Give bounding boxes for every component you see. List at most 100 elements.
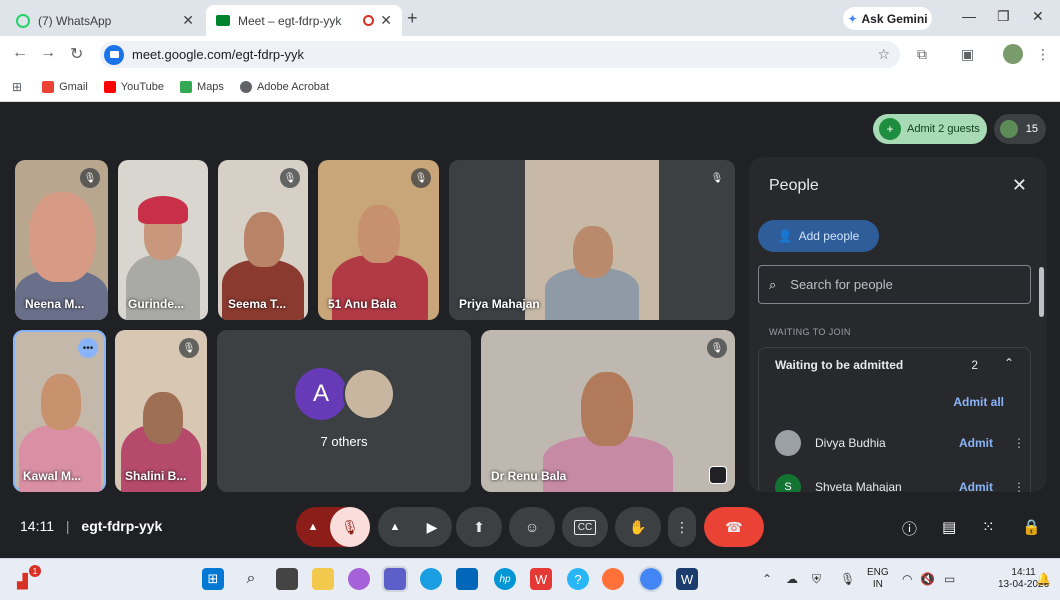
notifications-bell-icon[interactable]: 🔔 [1036, 572, 1051, 586]
task-view-icon[interactable] [276, 568, 298, 590]
participant-name: Dr Renu Bala [491, 469, 567, 483]
maximize-icon[interactable]: ❐ [997, 8, 1010, 25]
waiting-header: Waiting to be admitted [775, 358, 904, 372]
meet-stage: + Admit 2 guests 15 🎙 Neena M... Gurinde… [0, 102, 1060, 558]
cast-icon[interactable]: ▣ [961, 46, 974, 63]
tab-meet[interactable]: Meet – egt-fdrp-yyk ✕ [206, 5, 402, 36]
notification-app[interactable]: ▟ 1 [15, 565, 41, 591]
info-icon[interactable]: ⓘ [902, 518, 917, 539]
cloud-icon[interactable]: ☁ [786, 572, 798, 586]
windows-start-icon[interactable]: ⊞ [202, 568, 224, 590]
video-tile[interactable]: 🎙 Neena M... [15, 160, 108, 320]
close-window-icon[interactable]: ✕ [1032, 8, 1044, 25]
camera-icon[interactable]: ▶ [412, 519, 452, 536]
add-people-button[interactable]: 👤 Add people [758, 220, 879, 252]
admit-guests-label: Admit 2 guests [907, 123, 980, 135]
scrollbar[interactable] [1039, 267, 1044, 317]
bookmark-gmail[interactable]: Gmail [42, 80, 88, 93]
chevron-up-icon[interactable]: ▲ [378, 521, 412, 533]
more-options-button[interactable]: ⋮ [668, 507, 696, 547]
reactions-button[interactable]: ☺ [509, 507, 555, 547]
host-controls-icon[interactable]: 🔒 [1022, 518, 1041, 536]
raise-hand-button[interactable]: ✋ [615, 507, 661, 547]
close-icon[interactable]: ✕ [380, 12, 392, 29]
activities-icon[interactable]: ⁙ [982, 518, 995, 536]
chevron-up-icon[interactable]: ⌃ [762, 572, 772, 586]
extensions-icon[interactable]: ⧉ [917, 46, 927, 63]
others-label: 7 others [320, 434, 368, 449]
chrome-icon[interactable] [638, 566, 664, 592]
chevron-up-icon[interactable]: ▲ [296, 521, 330, 533]
video-tile[interactable]: ••• Kawal M... [13, 330, 106, 492]
admit-all-button[interactable]: Admit all [953, 395, 1004, 409]
video-tile[interactable]: 🎙 Seema T... [218, 160, 308, 320]
app-icon[interactable]: W [676, 568, 698, 590]
chat-icon[interactable]: ▤ [942, 518, 956, 536]
minimize-icon[interactable]: — [962, 8, 976, 24]
security-icon[interactable]: ⛨ [812, 572, 821, 587]
bookmark-maps[interactable]: Maps [180, 80, 224, 93]
forward-icon[interactable]: → [40, 44, 56, 62]
meeting-code: egt-fdrp-yyk [81, 518, 163, 534]
tab-whatsapp[interactable]: (7) WhatsApp ✕ [6, 5, 204, 36]
firefox-icon[interactable] [602, 568, 624, 590]
leave-call-button[interactable]: ☎ [704, 507, 764, 547]
chevron-up-icon[interactable]: ⌃ [1004, 356, 1014, 370]
url-text: meet.google.com/egt-fdrp-yyk [132, 47, 304, 62]
video-tile[interactable]: 🎙 Priya Mahajan [449, 160, 735, 320]
person-face [143, 392, 183, 444]
tab-title: (7) WhatsApp [38, 13, 112, 28]
notification-badge: 1 [29, 565, 41, 577]
meeting-time: 14:11 [20, 518, 54, 534]
person-name: Shveta Mahajan [815, 480, 902, 492]
more-options-icon[interactable]: ••• [78, 338, 98, 358]
bookmark-adobe[interactable]: Adobe Acrobat [239, 80, 329, 93]
address-bar[interactable]: meet.google.com/egt-fdrp-yyk ☆ [100, 41, 900, 68]
more-vert-icon[interactable]: ⋮ [1013, 436, 1025, 450]
wps-icon[interactable]: W [530, 568, 552, 590]
more-vert-icon[interactable]: ⋮ [1013, 480, 1025, 492]
hp-icon[interactable]: hp [494, 568, 516, 590]
store-icon[interactable] [456, 568, 478, 590]
search-people-input[interactable]: ⌕ Search for people [758, 265, 1031, 304]
admit-button[interactable]: Admit [959, 480, 993, 492]
close-panel-icon[interactable]: ✕ [1012, 175, 1027, 196]
pip-icon[interactable] [709, 466, 727, 484]
apps-icon[interactable]: ⊞ [12, 80, 22, 94]
reload-icon[interactable]: ↻ [70, 44, 83, 64]
menu-icon[interactable]: ⋮ [1036, 46, 1050, 63]
captions-button[interactable]: CC [562, 507, 608, 547]
help-icon[interactable]: ? [567, 568, 589, 590]
meeting-info: 14:11 | egt-fdrp-yyk [20, 518, 163, 534]
battery-icon[interactable]: ▭ [944, 572, 955, 586]
admit-button[interactable]: Admit [959, 436, 993, 450]
participants-button[interactable]: 15 [994, 114, 1046, 144]
others-tile[interactable]: A 7 others [217, 330, 471, 492]
present-button[interactable]: ⬆ [456, 507, 502, 547]
new-tab-button[interactable]: + [407, 8, 418, 29]
bookmark-youtube[interactable]: YouTube [103, 80, 164, 93]
mic-off-icon[interactable]: 🎙 [330, 507, 370, 547]
volume-mute-icon[interactable]: 🔇 [920, 572, 935, 586]
browser-chrome: (7) WhatsApp ✕ Meet – egt-fdrp-yyk ✕ + ✦… [0, 0, 1060, 102]
video-tile[interactable]: 🎙 Dr Renu Bala [481, 330, 735, 492]
wifi-icon[interactable]: ◠ [902, 572, 912, 586]
language-indicator[interactable]: ENG IN [867, 567, 889, 591]
mic-icon[interactable]: 🎙 [840, 572, 855, 586]
back-icon[interactable]: ← [12, 44, 28, 62]
search-icon[interactable]: ⌕ [240, 568, 262, 590]
bookmark-star-icon[interactable]: ☆ [877, 46, 890, 63]
ask-gemini-button[interactable]: ✦ Ask Gemini [843, 7, 932, 30]
edge-icon[interactable] [420, 568, 442, 590]
admit-guests-button[interactable]: + Admit 2 guests [873, 114, 987, 144]
participant-name: Neena M... [25, 297, 85, 311]
profile-avatar[interactable] [1003, 44, 1023, 64]
video-tile[interactable]: Gurinde... [118, 160, 208, 320]
site-info-icon[interactable] [104, 44, 124, 65]
close-icon[interactable]: ✕ [182, 12, 194, 29]
teams-icon[interactable] [382, 566, 408, 592]
file-explorer-icon[interactable] [312, 568, 334, 590]
video-tile[interactable]: 🎙 Shalini B... [115, 330, 207, 492]
video-tile[interactable]: 🎙 51 Anu Bala [318, 160, 439, 320]
copilot-icon[interactable] [348, 568, 370, 590]
